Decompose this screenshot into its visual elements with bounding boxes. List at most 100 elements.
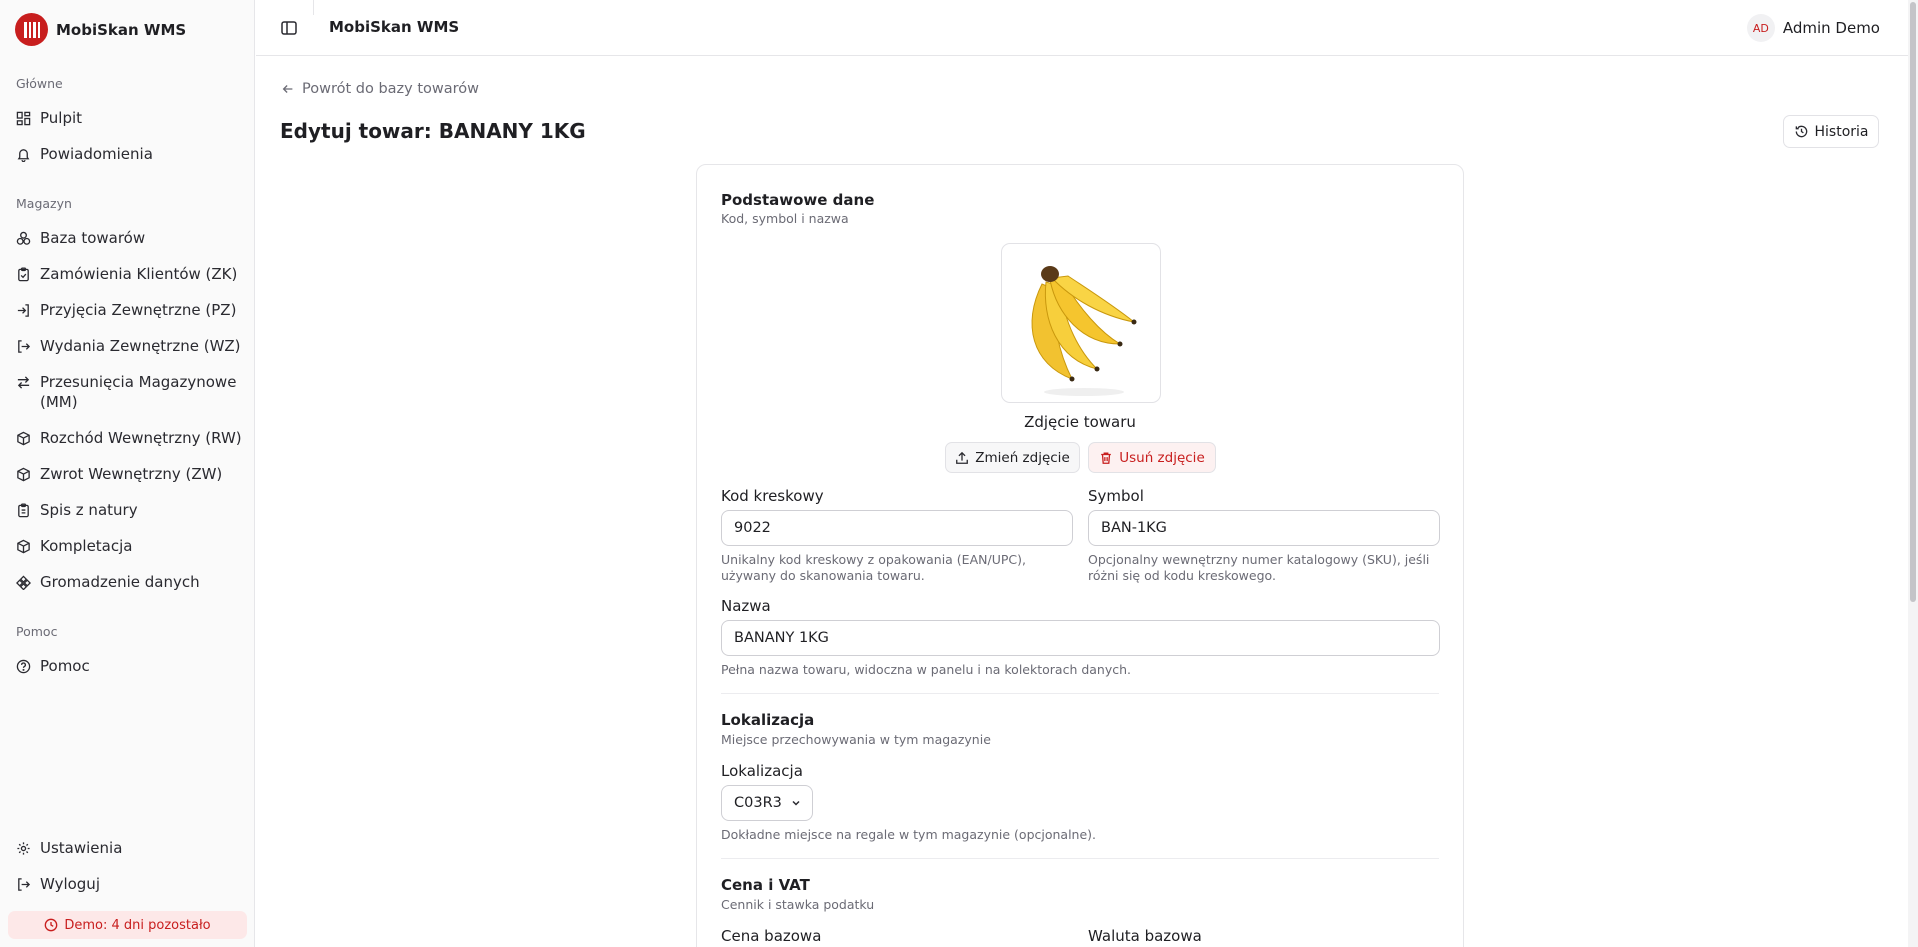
- sidebar-item-baza-towarow[interactable]: Baza towarów: [16, 228, 244, 248]
- sidebar-item-label: Zamówienia Klientów (ZK): [40, 265, 238, 283]
- location-hint: Dokładne miejsce na regale w tym magazyn…: [721, 827, 1097, 842]
- sidebar-item-przesuniecia-magazynowe[interactable]: Przesunięcia Magazynowe (MM): [16, 372, 244, 412]
- name-label: Nazwa: [721, 597, 771, 615]
- sidebar-item-wydania-zewnetrzne[interactable]: Wydania Zewnętrzne (WZ): [16, 336, 244, 356]
- arrows-swap-icon: [17, 376, 30, 389]
- section-subtitle-price: Cennik i stawka podatku: [721, 897, 875, 912]
- history-button[interactable]: Historia: [1783, 115, 1879, 148]
- avatar: AD: [1746, 14, 1775, 42]
- log-out-icon: [18, 340, 31, 353]
- base-currency-label: Waluta bazowa: [1088, 927, 1202, 945]
- history-label: Historia: [1814, 123, 1869, 140]
- package-icon: [17, 431, 30, 446]
- sidebar-item-wyloguj[interactable]: Wyloguj: [16, 874, 244, 894]
- section-subtitle-basic: Kod, symbol i nazwa: [721, 211, 849, 226]
- barcode-hint: Unikalny kod kreskowy z opakowania (EAN/…: [721, 552, 1026, 583]
- back-link-label: Powrót do bazy towarów: [302, 81, 480, 97]
- network-icon: [16, 575, 31, 590]
- header-title: MobiSkan WMS: [329, 18, 460, 36]
- gear-icon: [17, 842, 30, 855]
- sidebar-item-label: Przesunięcia Magazynowe (MM): [40, 373, 237, 411]
- product-photo: [1001, 243, 1161, 403]
- sidebar-item-label: Wydania Zewnętrzne (WZ): [40, 337, 241, 355]
- user-name: Admin Demo: [1782, 19, 1880, 37]
- edit-product-card: Podstawowe dane Kod, symbol i nazwa Zdję…: [696, 164, 1464, 947]
- sidebar-item-gromadzenie-danych[interactable]: Gromadzenie danych: [16, 572, 244, 592]
- section-title-location: Lokalizacja: [721, 711, 815, 729]
- top-header: MobiSkan WMS AD Admin Demo: [256, 0, 1908, 56]
- trash-icon: [1101, 452, 1112, 464]
- sidebar-item-spis-z-natury[interactable]: Spis z natury: [16, 500, 244, 520]
- grid-icon: [16, 111, 31, 126]
- section-divider: [721, 858, 1439, 859]
- page-scrollbar[interactable]: [1908, 0, 1918, 947]
- section-subtitle-location: Miejsce przechowywania w tym magazynie: [721, 732, 991, 747]
- location-select[interactable]: C03R3: [721, 785, 813, 821]
- back-link[interactable]: Powrót do bazy towarów: [281, 81, 479, 97]
- demo-badge: Demo: 4 dni pozostało: [8, 911, 247, 939]
- group-label-glowne: Główne: [16, 76, 63, 91]
- sidebar-item-label: Zwrot Wewnętrzny (ZW): [40, 465, 223, 483]
- sidebar-item-label: Powiadomienia: [40, 145, 153, 163]
- section-divider: [721, 693, 1439, 694]
- brand[interactable]: MobiSkan WMS: [15, 13, 186, 46]
- scrollbar-thumb[interactable]: [1910, 2, 1916, 602]
- location-select-value: C03R3: [734, 795, 782, 811]
- symbol-input[interactable]: BAN-1KG: [1088, 510, 1440, 546]
- sidebar-item-zamowienia-klientow[interactable]: Zamówienia Klientów (ZK): [16, 264, 244, 284]
- group-label-pomoc: Pomoc: [16, 624, 58, 639]
- banana-image: [1031, 266, 1137, 396]
- sidebar-item-zwrot-wewnetrzny[interactable]: Zwrot Wewnętrzny (ZW): [16, 464, 244, 484]
- sidebar-item-rozchod-wewnetrzny[interactable]: Rozchód Wewnętrzny (RW): [16, 428, 244, 448]
- history-icon: [1795, 125, 1807, 138]
- package-icon: [17, 539, 30, 554]
- sidebar-item-pomoc[interactable]: Pomoc: [16, 656, 244, 676]
- symbol-hint: Opcjonalny wewnętrzny numer katalogowy (…: [1088, 552, 1430, 583]
- section-title-basic: Podstawowe dane: [721, 191, 875, 209]
- boxes-icon: [16, 231, 31, 245]
- bell-icon: [17, 149, 30, 162]
- delete-photo-button[interactable]: Usuń zdjęcie: [1088, 442, 1216, 473]
- sidebar-toggle-icon[interactable]: [280, 19, 298, 37]
- barcode-input[interactable]: 9022: [721, 510, 1073, 546]
- clipboard-check-icon: [18, 267, 29, 282]
- sidebar-item-przyjecia-zewnetrzne[interactable]: Przyjęcia Zewnętrzne (PZ): [16, 300, 244, 320]
- log-out-icon: [18, 878, 31, 891]
- sidebar-item-pulpit[interactable]: Pulpit: [16, 108, 244, 128]
- barcode-label: Kod kreskowy: [721, 487, 824, 505]
- name-input[interactable]: BANANY 1KG: [721, 620, 1440, 656]
- clipboard-list-icon: [18, 503, 29, 518]
- sidebar-item-label: Pomoc: [40, 657, 90, 675]
- brand-name: MobiSkan WMS: [56, 20, 187, 39]
- sidebar-item-ustawienia[interactable]: Ustawienia: [16, 838, 244, 858]
- sidebar-item-label: Spis z natury: [40, 501, 138, 519]
- sidebar: MobiSkan WMS Główne Pulpit Powiadomienia…: [0, 0, 255, 947]
- clock-icon: [45, 918, 58, 932]
- location-label: Lokalizacja: [721, 762, 803, 780]
- change-photo-button[interactable]: Zmień zdjęcie: [945, 442, 1080, 473]
- sidebar-item-label: Przyjęcia Zewnętrzne (PZ): [40, 301, 237, 319]
- section-title-price: Cena i VAT: [721, 876, 810, 894]
- sidebar-item-label: Pulpit: [40, 109, 83, 127]
- symbol-label: Symbol: [1088, 487, 1144, 505]
- sidebar-item-label: Rozchód Wewnętrzny (RW): [40, 429, 242, 447]
- change-photo-label: Zmień zdjęcie: [975, 449, 1070, 466]
- sidebar-item-label: Baza towarów: [40, 229, 146, 247]
- arrow-left-icon: [282, 85, 293, 93]
- sidebar-item-label: Gromadzenie danych: [40, 573, 200, 591]
- user-menu[interactable]: AD Admin Demo: [1746, 14, 1880, 42]
- page-title: Edytuj towar: BANANY 1KG: [280, 119, 586, 143]
- help-circle-icon: [16, 659, 31, 674]
- sidebar-item-label: Ustawienia: [40, 839, 123, 857]
- delete-photo-label: Usuń zdjęcie: [1119, 449, 1205, 466]
- sidebar-item-label: Kompletacja: [40, 537, 133, 555]
- brand-logo-icon: [15, 13, 48, 46]
- upload-icon: [956, 451, 969, 464]
- group-label-magazyn: Magazyn: [16, 196, 72, 211]
- name-hint: Pełna nazwa towaru, widoczna w panelu i …: [721, 662, 1132, 677]
- demo-badge-text: Demo: 4 dni pozostało: [64, 917, 211, 933]
- sidebar-item-kompletacja[interactable]: Kompletacja: [16, 536, 244, 556]
- sidebar-item-powiadomienia[interactable]: Powiadomienia: [16, 144, 244, 164]
- header-divider: [313, 0, 314, 15]
- base-price-label: Cena bazowa: [721, 927, 822, 945]
